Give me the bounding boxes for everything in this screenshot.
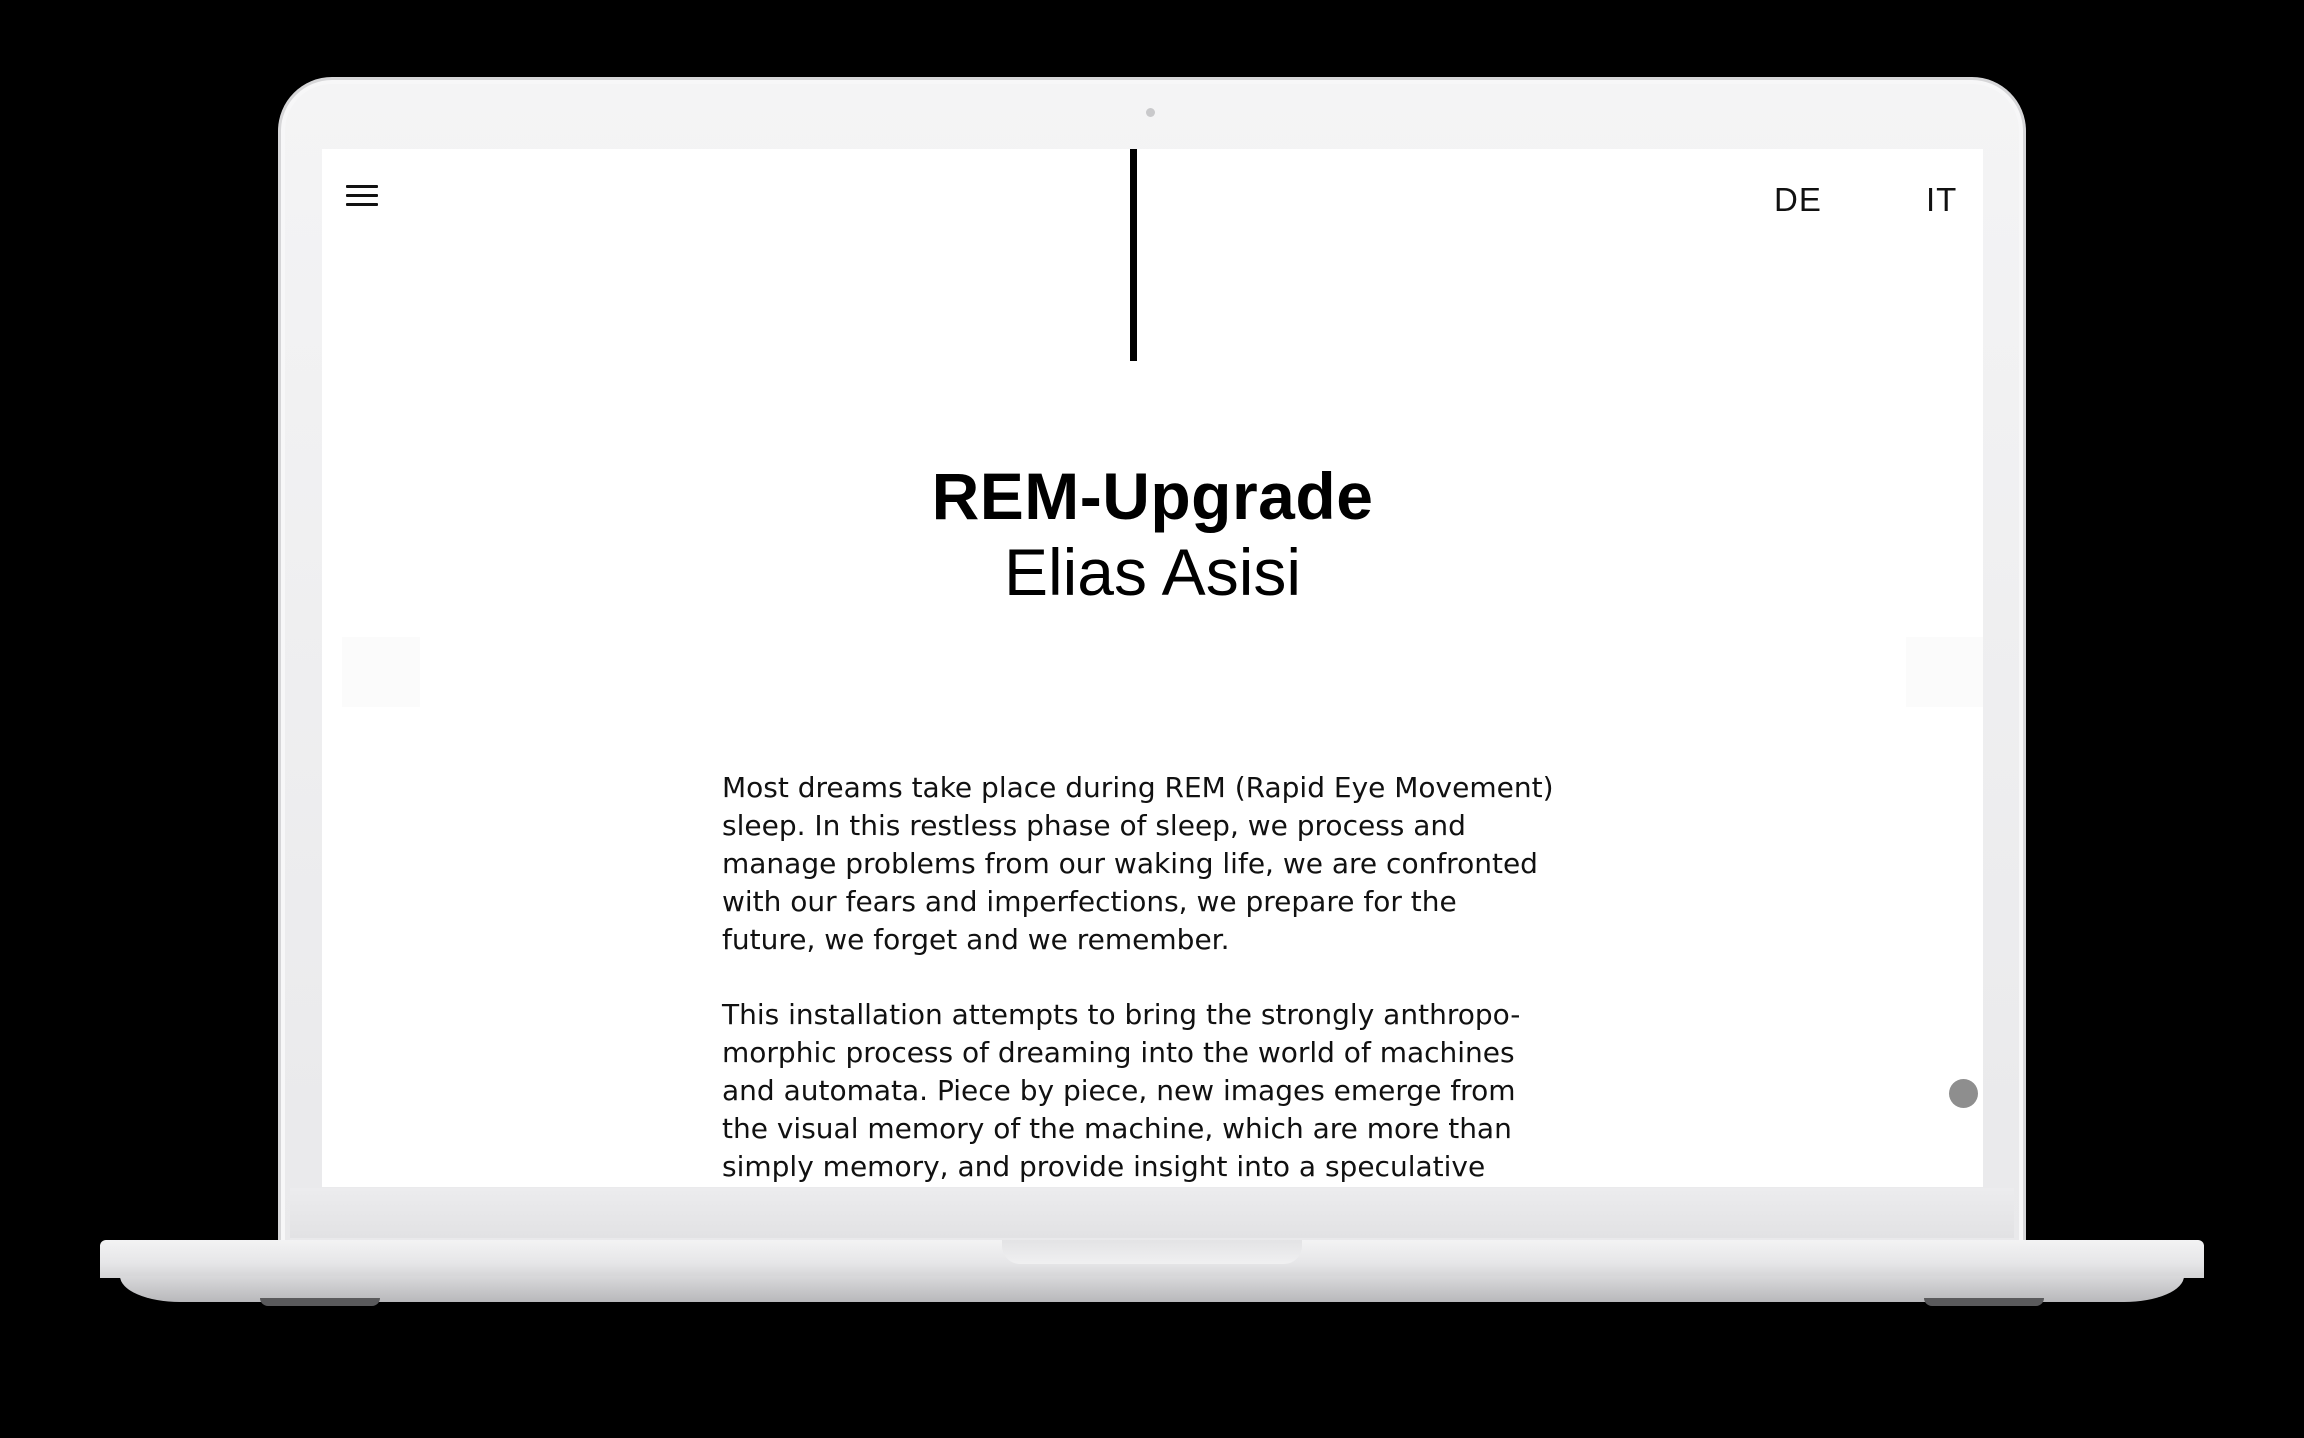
author-name: Elias Asisi (1003, 535, 1302, 609)
paragraph: This installation attempts to bring the … (722, 998, 1521, 1183)
camera-icon (1146, 108, 1155, 117)
language-link-it[interactable]: IT (1926, 181, 1957, 219)
laptop-foot (260, 1298, 380, 1306)
next-arrow-button[interactable] (1906, 637, 1983, 707)
vertical-divider-line (1130, 149, 1137, 361)
hamburger-menu-icon[interactable] (346, 183, 378, 209)
scroll-indicator[interactable] (1949, 1079, 1978, 1108)
laptop-foot (1924, 1298, 2044, 1306)
menu-bar (346, 194, 378, 197)
laptop-base-underside (120, 1276, 2184, 1302)
menu-bar (346, 185, 378, 188)
paragraph: Most dreams take place during REM (Rapid… (722, 771, 1554, 956)
laptop-bezel (290, 1188, 2014, 1238)
menu-bar (346, 203, 378, 206)
laptop-notch (1002, 1240, 1302, 1264)
laptop-screen: DE IT REM-Upgrade Elias Asisi Most dream… (322, 149, 1983, 1187)
page-title: REM-Upgrade (931, 459, 1374, 533)
language-link-de[interactable]: DE (1774, 181, 1822, 219)
previous-arrow-button[interactable] (342, 637, 420, 707)
article-body: Most dreams take place during REM (Rapid… (722, 769, 1602, 1187)
